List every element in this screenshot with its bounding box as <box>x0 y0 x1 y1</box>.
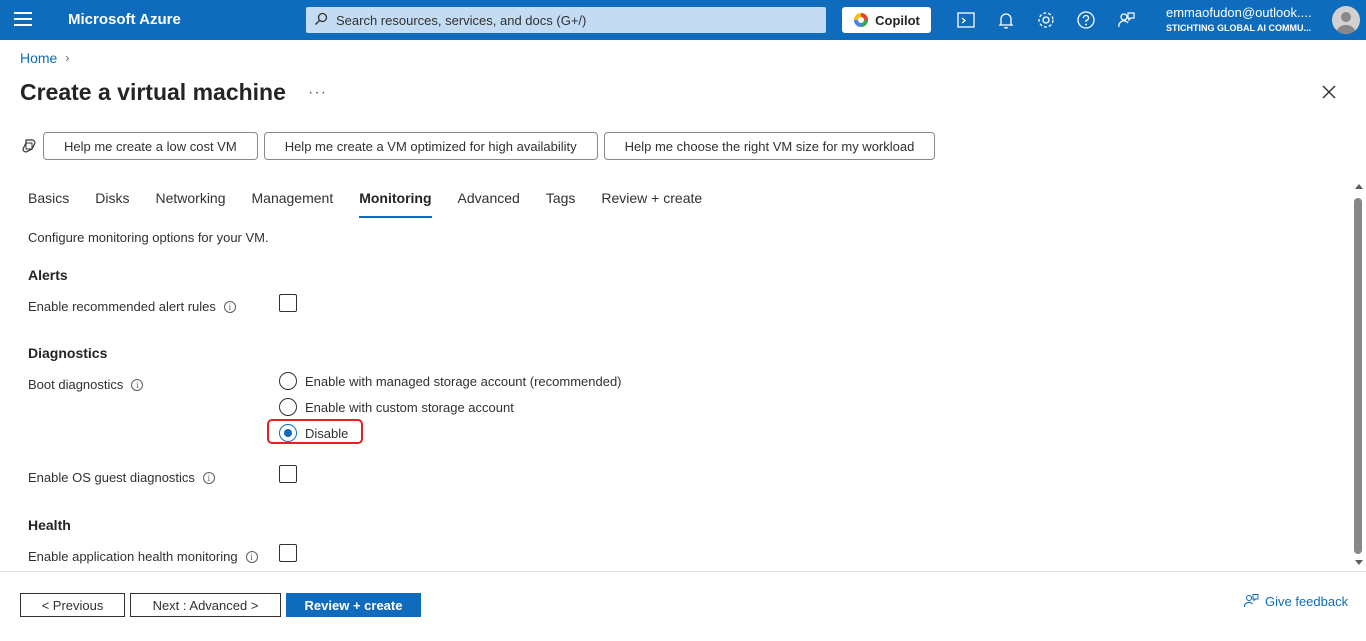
breadcrumb-home-link[interactable]: Home <box>20 50 57 66</box>
close-icon[interactable] <box>1320 83 1338 101</box>
tab-tags[interactable]: Tags <box>546 190 576 216</box>
boot-option-managed-storage[interactable]: Enable with managed storage account (rec… <box>279 372 622 390</box>
user-directory: STICHTING GLOBAL AI COMMU... <box>1166 23 1311 33</box>
alerts-heading: Alerts <box>28 267 68 283</box>
app-health-monitoring-text: Enable application health monitoring <box>28 549 238 564</box>
suggest-vm-size-button[interactable]: Help me choose the right VM size for my … <box>603 132 936 160</box>
portal-menu-icon[interactable] <box>14 12 32 28</box>
info-icon[interactable]: i <box>202 471 215 484</box>
search-input[interactable] <box>336 7 816 33</box>
os-guest-diagnostics-label: Enable OS guest diagnostics i <box>28 470 215 485</box>
give-feedback-label: Give feedback <box>1265 593 1349 609</box>
copilot-suggestions: Help me create a low cost VM Help me cre… <box>20 132 941 160</box>
radio-button-selected[interactable] <box>279 424 297 442</box>
boot-option-custom-storage[interactable]: Enable with custom storage account <box>279 398 514 416</box>
account-info[interactable]: emmaofudon@outlook.... STICHTING GLOBAL … <box>1166 5 1326 33</box>
copilot-label: Copilot <box>875 12 920 28</box>
help-icon[interactable] <box>1076 10 1096 30</box>
suggest-low-cost-vm-button[interactable]: Help me create a low cost VM <box>43 132 258 160</box>
scroll-thumb[interactable] <box>1354 198 1362 554</box>
diagnostics-heading: Diagnostics <box>28 345 108 361</box>
wizard-tabs: Basics Disks Networking Management Monit… <box>28 190 728 218</box>
chevron-right-icon: › <box>65 51 70 65</box>
boot-diagnostics-text: Boot diagnostics <box>28 377 124 392</box>
suggest-high-availability-vm-button[interactable]: Help me create a VM optimized for high a… <box>263 132 598 160</box>
info-icon[interactable]: i <box>223 300 236 313</box>
tab-monitoring[interactable]: Monitoring <box>359 190 432 218</box>
recommended-alert-rules-checkbox[interactable] <box>279 294 297 312</box>
avatar-icon <box>1336 12 1356 34</box>
next-advanced-button[interactable]: Next : Advanced > <box>130 593 281 617</box>
tab-basics[interactable]: Basics <box>28 190 69 216</box>
radio-button[interactable] <box>279 398 297 416</box>
scroll-up-arrow[interactable] <box>1355 184 1363 189</box>
radio-label: Disable <box>305 425 349 441</box>
monitoring-form: Configure monitoring options for your VM… <box>28 230 1328 565</box>
radio-label: Enable with custom storage account <box>305 399 514 415</box>
app-health-monitoring-checkbox[interactable] <box>279 544 297 562</box>
content-scrollbar[interactable] <box>1352 182 1366 570</box>
breadcrumb: Home › <box>20 50 69 66</box>
tab-advanced[interactable]: Advanced <box>458 190 520 216</box>
feedback-icon[interactable] <box>1116 10 1136 30</box>
os-guest-diagnostics-text: Enable OS guest diagnostics <box>28 470 195 485</box>
info-icon[interactable]: i <box>131 378 144 391</box>
info-icon[interactable]: i <box>245 550 258 563</box>
tab-description: Configure monitoring options for your VM… <box>28 230 269 245</box>
feedback-icon <box>1243 594 1259 608</box>
cloud-shell-icon[interactable] <box>956 10 976 30</box>
more-options-button[interactable]: ··· <box>308 84 327 102</box>
page-title: Create a virtual machine <box>20 79 286 105</box>
tab-disks[interactable]: Disks <box>95 190 129 216</box>
give-feedback-link[interactable]: Give feedback <box>1243 593 1348 609</box>
tab-networking[interactable]: Networking <box>155 190 225 216</box>
app-health-monitoring-label: Enable application health monitoring i <box>28 549 258 564</box>
wizard-footer: < Previous Next : Advanced > Review + cr… <box>0 571 1366 641</box>
radio-label: Enable with managed storage account (rec… <box>305 373 622 389</box>
global-search[interactable] <box>306 7 826 33</box>
recommended-alert-rules-label: Enable recommended alert rules i <box>28 299 236 314</box>
search-icon <box>315 12 328 25</box>
top-bar: Microsoft Azure Copilot <box>0 0 1366 40</box>
portal-brand[interactable]: Microsoft Azure <box>68 11 181 28</box>
review-create-button[interactable]: Review + create <box>286 593 421 617</box>
scroll-down-arrow[interactable] <box>1355 560 1363 565</box>
health-heading: Health <box>28 517 71 533</box>
copilot-button[interactable]: Copilot <box>842 7 931 33</box>
tab-review-create[interactable]: Review + create <box>601 190 702 216</box>
os-guest-diagnostics-checkbox[interactable] <box>279 465 297 483</box>
avatar[interactable] <box>1332 6 1360 34</box>
settings-gear-icon[interactable] <box>1036 10 1056 30</box>
copilot-icon <box>854 13 869 27</box>
boot-diagnostics-label: Boot diagnostics i <box>28 377 144 392</box>
user-email: emmaofudon@outlook.... <box>1166 5 1312 20</box>
notifications-icon[interactable] <box>996 10 1016 30</box>
recommended-alert-rules-text: Enable recommended alert rules <box>28 299 216 314</box>
radio-button[interactable] <box>279 372 297 390</box>
boot-option-disable[interactable]: Disable <box>279 424 348 442</box>
tab-management[interactable]: Management <box>252 190 334 216</box>
copilot-icon <box>22 139 36 153</box>
previous-button[interactable]: < Previous <box>20 593 125 617</box>
